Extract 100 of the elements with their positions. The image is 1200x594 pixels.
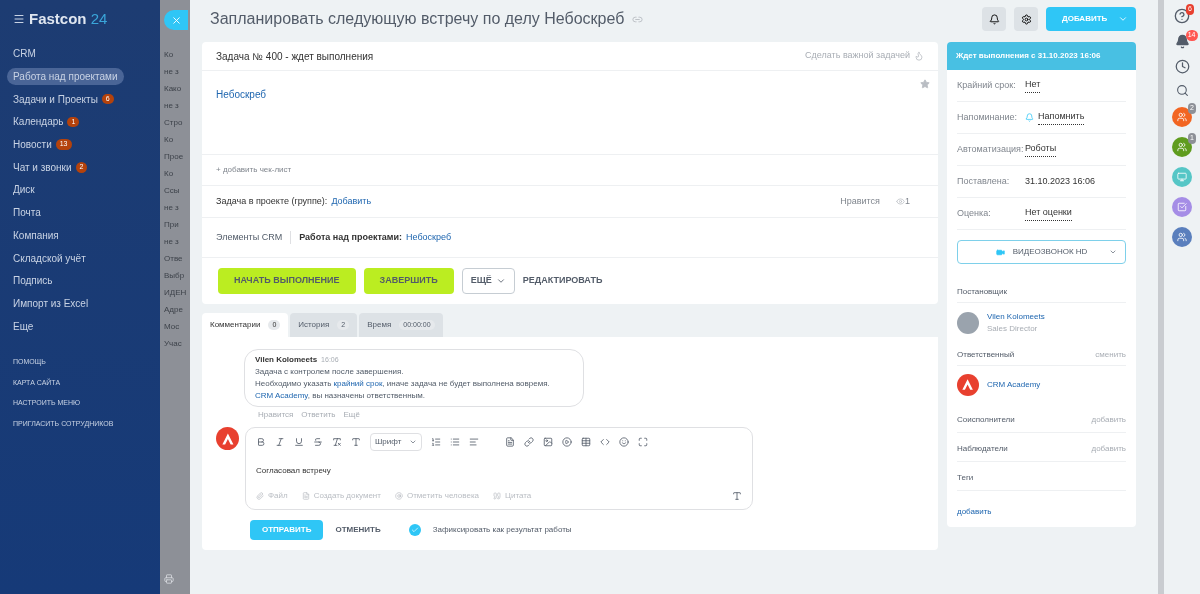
menu-item[interactable]: Еще xyxy=(13,318,34,334)
section-heading: Теги xyxy=(957,472,1126,491)
background-text: не з xyxy=(164,101,180,111)
cancel-button[interactable]: ОТМЕНИТЬ xyxy=(335,523,381,536)
format-icon xyxy=(600,437,611,447)
field-label: Напоминание: xyxy=(957,110,1019,124)
background-text: Стро xyxy=(164,118,184,128)
format-icon xyxy=(619,437,630,447)
comment-text: Задача с контролем после завершения. xyxy=(255,366,405,378)
notification-icon[interactable] xyxy=(1174,34,1190,49)
crm-entity: Работа над проектами: xyxy=(299,230,403,244)
format-icon xyxy=(332,437,342,447)
like-link[interactable]: Нравится xyxy=(840,194,880,209)
clock-icon[interactable] xyxy=(1174,59,1190,74)
group-chat-icon[interactable] xyxy=(1172,137,1192,157)
format-icon xyxy=(505,437,516,447)
background-text: ИДЕН xyxy=(164,288,188,298)
menu-item[interactable]: Подпись xyxy=(13,273,53,289)
tasks-icon[interactable] xyxy=(1172,197,1192,217)
menu-item[interactable]: Календарь xyxy=(13,114,64,130)
group-chat-icon[interactable] xyxy=(1172,107,1192,127)
caret-icon xyxy=(1109,248,1117,256)
more-dropdown[interactable]: ЕЩЁ xyxy=(461,268,515,294)
video-icon xyxy=(995,247,1005,257)
format-icon xyxy=(524,437,535,447)
bell-icon xyxy=(988,13,1000,25)
checklist-link[interactable]: + добавить чек-лист xyxy=(216,164,292,176)
edit-button[interactable]: РЕДАКТИРОВАТЬ xyxy=(522,274,603,288)
format-icon xyxy=(581,437,592,447)
avatar-letter-icon xyxy=(957,374,979,396)
background-text: Адре xyxy=(164,305,184,315)
section-heading: Ответственный xyxy=(957,349,1015,361)
team-icon[interactable] xyxy=(1172,227,1192,247)
text-format-icon xyxy=(732,490,742,501)
logo-text: Fastcon 24 xyxy=(29,9,108,29)
background-text: Мос xyxy=(164,322,181,332)
format-icon xyxy=(450,437,461,447)
menu-item[interactable]: Импорт из Excel xyxy=(13,295,89,311)
font-select[interactable]: Шрифт xyxy=(370,433,423,451)
field-label: Поставлена: xyxy=(957,174,1011,188)
field-value[interactable]: Нет xyxy=(1025,78,1041,93)
background-text: При xyxy=(164,220,180,230)
flame-icon xyxy=(914,51,924,61)
section-heading: Постановщик xyxy=(957,286,1126,303)
status-header: Ждет выполнения с 31.10.2023 16:06 xyxy=(947,42,1136,70)
printer-icon xyxy=(164,574,174,584)
comment-author[interactable]: Vilen Kolomeets xyxy=(255,354,318,366)
close-icon xyxy=(170,14,182,26)
background-text: Ко xyxy=(164,50,175,60)
field-value[interactable]: Напомнить xyxy=(1038,110,1085,125)
section-heading: Соисполнители xyxy=(957,414,1015,426)
format-icon xyxy=(313,437,323,447)
background-text: Ссы xyxy=(164,186,181,196)
format-icon xyxy=(562,437,573,447)
menu-item[interactable]: Почта xyxy=(13,205,41,221)
attach-icon xyxy=(256,491,264,500)
background-text: Како xyxy=(164,84,183,94)
menu-item[interactable]: Новости xyxy=(13,137,52,153)
action-button[interactable]: НАЧАТЬ ВЫПОЛНЕНИЕ xyxy=(218,268,356,294)
settings-button[interactable] xyxy=(1014,7,1038,31)
caret-icon xyxy=(1118,14,1128,24)
menu-item[interactable]: Чат и звонки xyxy=(13,159,72,175)
notification-button[interactable] xyxy=(982,7,1006,31)
attach-icon xyxy=(493,491,501,500)
add-project-link[interactable]: Добавить xyxy=(331,194,372,209)
comment-editor[interactable]: Шрифт Согласовал встречу Файл Создать документ Отметить человека Цитата xyxy=(245,427,753,510)
action-button[interactable]: ЗАВЕРШИТЬ xyxy=(363,268,454,294)
comment-text: CRM Academy, вы назначены ответственным. xyxy=(255,390,426,402)
eye-icon xyxy=(896,197,905,206)
menu-item[interactable]: CRM xyxy=(13,46,36,62)
avatar-silhouette-icon xyxy=(957,312,979,334)
creator-link[interactable]: Vilen Kolomeets xyxy=(987,311,1045,323)
task-description: Небоскреб xyxy=(216,89,267,100)
result-checkbox[interactable] xyxy=(408,523,421,536)
menu-item[interactable]: Работа над проектами xyxy=(7,68,124,86)
video-call-button[interactable]: ВИДЕОЗВОНОК HD xyxy=(957,240,1126,264)
field-value: 31.10.2023 16:06 xyxy=(1025,174,1096,188)
add-tag-link[interactable]: добавить xyxy=(957,507,992,516)
task-title: Запланировать следующую встречу по делу Небоскреб xyxy=(210,9,625,29)
section-heading: Наблюдатели xyxy=(957,443,1008,455)
field-label: Автоматизация: xyxy=(957,142,1025,156)
background-text: Ко xyxy=(164,169,175,179)
close-button[interactable] xyxy=(164,10,188,30)
search-icon[interactable] xyxy=(1175,84,1189,97)
link[interactable]: CRM Academy xyxy=(255,391,308,400)
menu-item[interactable]: Диск xyxy=(13,182,35,198)
field-value[interactable]: Нет оценки xyxy=(1025,206,1072,221)
menu-item[interactable]: Складской учёт xyxy=(13,250,86,266)
crm-link[interactable]: Небоскреб xyxy=(406,230,452,245)
menu-item[interactable]: Задачи и Проекты xyxy=(13,91,98,107)
format-icon xyxy=(431,437,442,447)
help-icon[interactable] xyxy=(1174,8,1190,24)
chat-icon[interactable] xyxy=(1172,167,1192,187)
responsible-link[interactable]: CRM Academy xyxy=(987,379,1041,391)
field-value[interactable]: Роботы xyxy=(1025,142,1057,157)
menu-item[interactable]: Компания xyxy=(13,227,59,243)
format-icon xyxy=(256,437,266,447)
attach-icon xyxy=(394,491,403,500)
format-icon xyxy=(469,437,480,447)
comment-text: Необходимо указать крайний срок, иначе задача не будет выполнена вовремя. xyxy=(255,378,551,390)
